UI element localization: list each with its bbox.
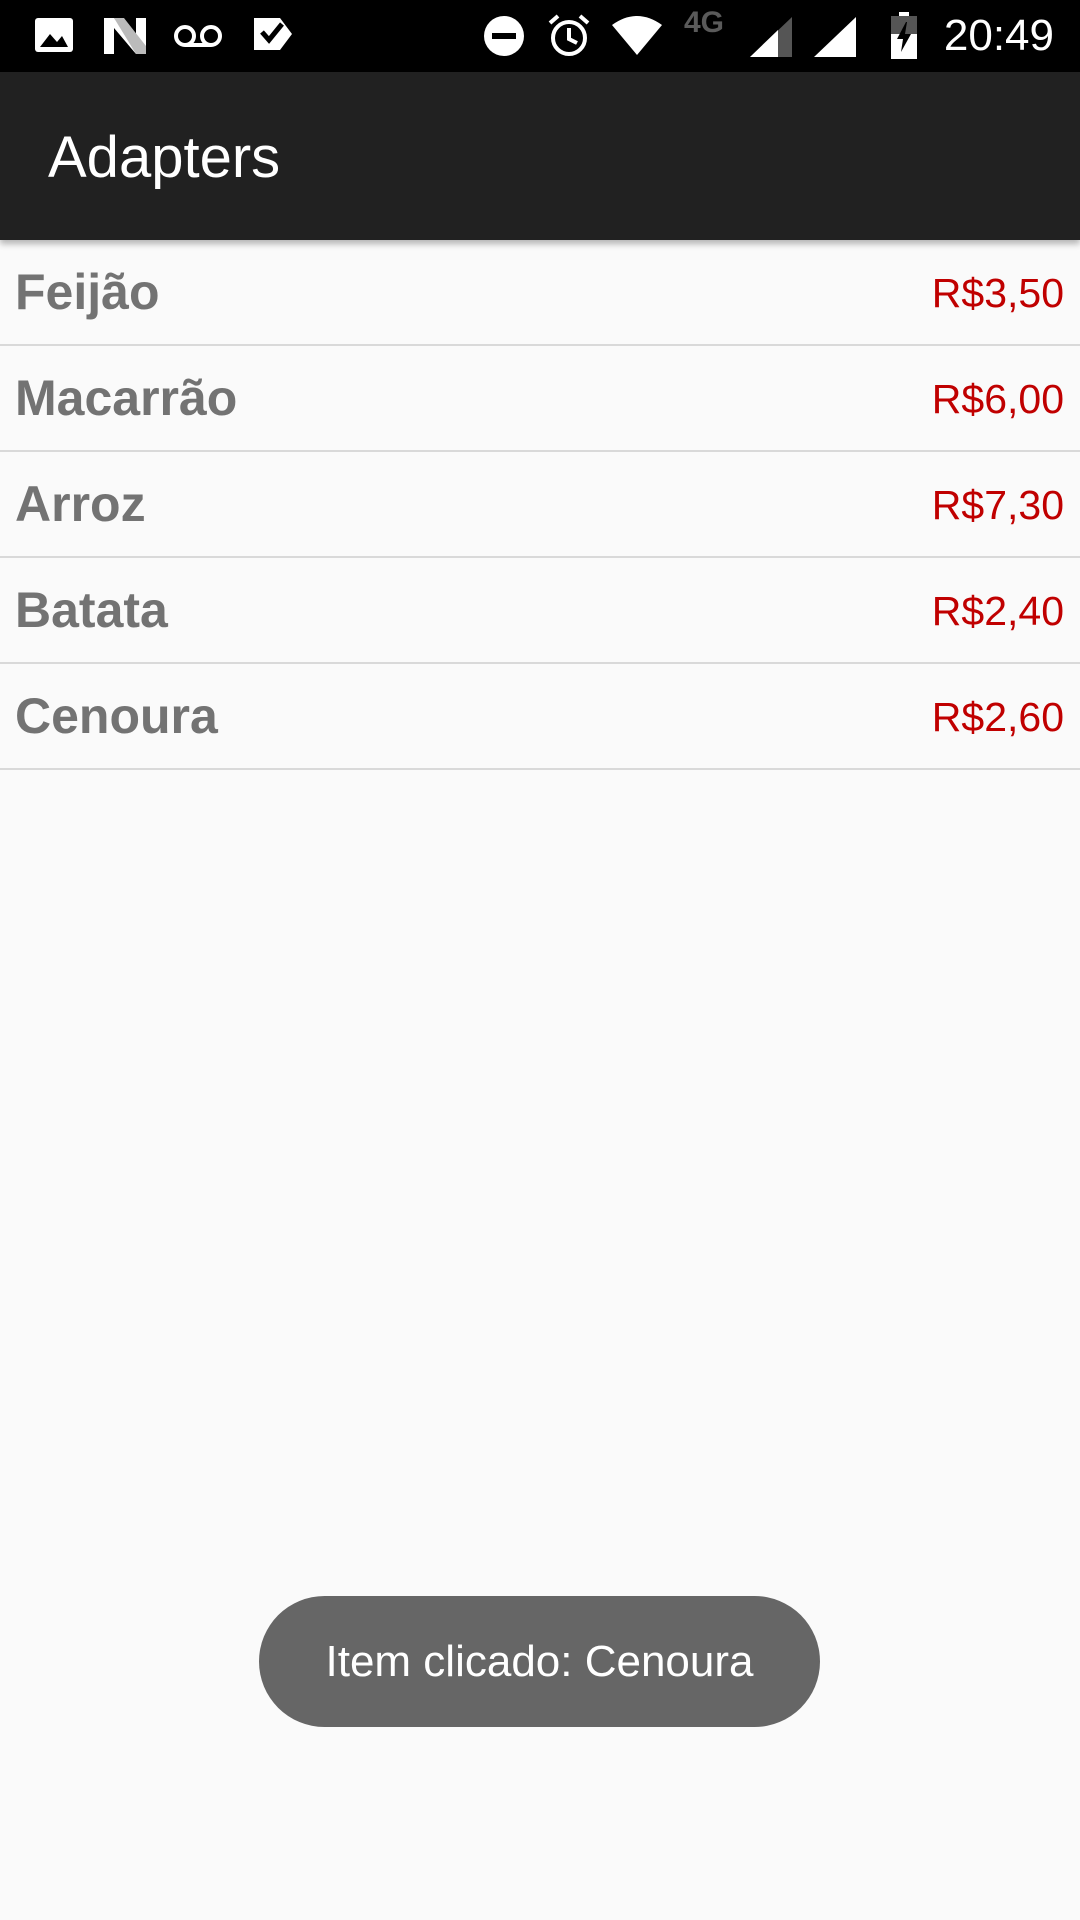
- item-name: Feijão: [15, 264, 160, 320]
- list-item[interactable]: Arroz R$7,30: [0, 452, 1080, 558]
- alarm-icon: [548, 14, 590, 56]
- voicemail-icon: [174, 25, 222, 47]
- image-icon: [35, 18, 73, 52]
- do-not-disturb-icon: [484, 16, 524, 56]
- list-item[interactable]: Batata R$2,40: [0, 558, 1080, 664]
- app-bar: Adapters: [0, 72, 1080, 240]
- item-price: R$6,00: [931, 376, 1064, 422]
- item-name: Batata: [15, 582, 168, 638]
- signal-full-icon: [814, 17, 856, 57]
- battery-charging-icon: [891, 12, 917, 59]
- list-item[interactable]: Feijão R$3,50: [0, 240, 1080, 346]
- item-name: Arroz: [15, 476, 146, 532]
- item-name: Cenoura: [15, 688, 218, 744]
- signal-icon: [750, 17, 792, 57]
- list-item[interactable]: Macarrão R$6,00: [0, 346, 1080, 452]
- product-list: Feijão R$3,50 Macarrão R$6,00 Arroz R$7,…: [0, 240, 1080, 770]
- status-time: 20:49: [943, 11, 1054, 60]
- item-price: R$2,60: [931, 694, 1064, 740]
- item-price: R$7,30: [931, 482, 1064, 528]
- status-bar: 4G 20:49: [0, 0, 1080, 72]
- network-type-label: 4G: [684, 6, 725, 39]
- n-logo-icon: [104, 18, 146, 54]
- wifi-icon: [612, 16, 662, 55]
- toast-message: Item clicado: Cenoura: [259, 1596, 820, 1727]
- page-title: Adapters: [48, 125, 281, 190]
- item-price: R$3,50: [931, 270, 1064, 316]
- item-name: Macarrão: [15, 370, 238, 426]
- check-flag-icon: [254, 18, 292, 50]
- item-price: R$2,40: [931, 588, 1064, 634]
- list-item[interactable]: Cenoura R$2,60: [0, 664, 1080, 770]
